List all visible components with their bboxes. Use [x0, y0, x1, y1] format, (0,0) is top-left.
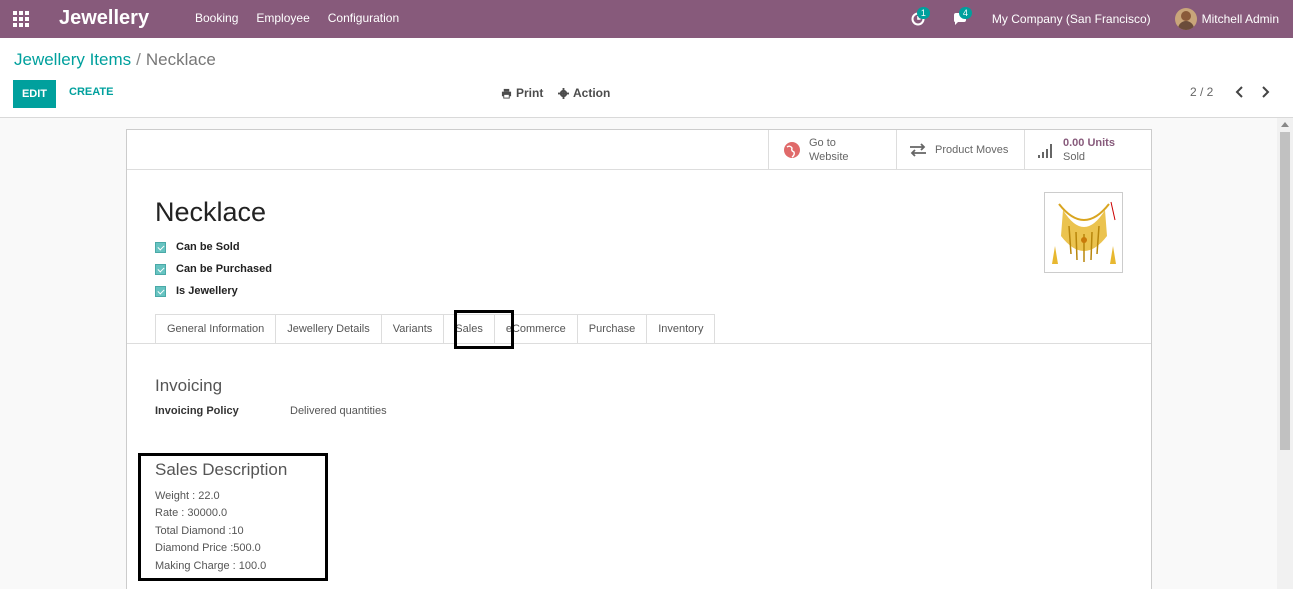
- notebook-tabs: General Information Jewellery Details Va…: [155, 314, 716, 344]
- stat-button-box: Go to Website Product Moves 0.00 Units S…: [127, 130, 1151, 170]
- product-name: Necklace: [155, 197, 267, 227]
- messages-button[interactable]: 4: [950, 7, 972, 29]
- website-line1: Go to: [809, 136, 836, 149]
- units-sold-label: Sold: [1063, 150, 1086, 163]
- action-dropdown[interactable]: Action: [558, 86, 610, 100]
- tab-general-information[interactable]: General Information: [155, 314, 276, 344]
- pager-value[interactable]: 2 / 2: [1190, 85, 1213, 99]
- action-label: Action: [573, 86, 611, 100]
- units-sold-button[interactable]: 0.00 Units Sold: [1024, 130, 1151, 169]
- breadcrumb-separator: /: [136, 50, 141, 69]
- top-navbar: Jewellery Booking Employee Configuration…: [0, 0, 1293, 38]
- sales-description-highlight-box: [138, 453, 328, 581]
- breadcrumb-current: Necklace: [145, 50, 216, 69]
- scroll-up-arrow-icon[interactable]: [1281, 122, 1289, 127]
- apps-menu-icon[interactable]: [13, 11, 31, 27]
- product-image[interactable]: [1044, 192, 1123, 273]
- tabs-divider: [127, 343, 1151, 344]
- print-label: Print: [516, 86, 544, 100]
- can-be-purchased-row: Can be Purchased: [155, 263, 272, 275]
- can-be-purchased-checkbox[interactable]: [155, 263, 166, 275]
- activity-button[interactable]: 1: [908, 7, 930, 29]
- invoicing-title: Invoicing: [155, 376, 223, 395]
- chevron-left-icon[interactable]: [1233, 85, 1247, 99]
- print-dropdown[interactable]: Print: [501, 86, 543, 100]
- product-moves-label: Product Moves: [935, 143, 1009, 156]
- signal-bars-icon: [1038, 143, 1052, 158]
- product-moves-button[interactable]: Product Moves: [896, 130, 1024, 169]
- breadcrumb: Jewellery Items / Necklace: [14, 50, 216, 70]
- website-line2: Website: [809, 150, 849, 163]
- tab-inventory[interactable]: Inventory: [646, 314, 716, 344]
- invoicing-policy-value[interactable]: Delivered quantities: [290, 405, 387, 417]
- can-be-purchased-label: Can be Purchased: [176, 263, 272, 275]
- tab-sales[interactable]: Sales: [443, 314, 494, 344]
- gear-icon: [558, 87, 569, 99]
- messages-badge: 4: [958, 7, 972, 19]
- main-menu: Booking Employee Configuration: [195, 11, 417, 25]
- can-be-sold-row: Can be Sold: [155, 241, 240, 253]
- menu-item-booking[interactable]: Booking: [195, 11, 238, 25]
- chevron-right-icon[interactable]: [1258, 85, 1272, 99]
- invoicing-policy-label: Invoicing Policy: [155, 405, 239, 417]
- systray: 1 4 My Company (San Francisco) Mitchell …: [908, 0, 1293, 38]
- edit-button[interactable]: EDIT: [13, 80, 56, 108]
- menu-item-configuration[interactable]: Configuration: [328, 11, 399, 25]
- menu-item-employee[interactable]: Employee: [256, 11, 309, 25]
- control-panel: Jewellery Items / Necklace EDIT CREATE Pri…: [0, 38, 1293, 118]
- can-be-sold-checkbox[interactable]: [155, 241, 166, 253]
- is-jewellery-checkbox[interactable]: [155, 285, 166, 297]
- user-menu[interactable]: Mitchell Admin: [1202, 12, 1279, 26]
- tab-jewellery-details[interactable]: Jewellery Details: [275, 314, 381, 344]
- necklace-image: [1051, 201, 1116, 264]
- create-button[interactable]: CREATE: [69, 86, 113, 98]
- print-icon: [501, 88, 512, 99]
- activity-badge: 1: [916, 7, 930, 19]
- company-switcher[interactable]: My Company (San Francisco): [992, 12, 1151, 26]
- exchange-icon: [910, 142, 926, 157]
- tab-purchase[interactable]: Purchase: [576, 314, 647, 344]
- globe-icon: [784, 141, 800, 158]
- app-title[interactable]: Jewellery: [59, 7, 149, 30]
- vertical-scrollbar[interactable]: [1277, 118, 1293, 589]
- is-jewellery-row: Is Jewellery: [155, 285, 238, 297]
- tab-ecommerce[interactable]: eCommerce: [493, 314, 577, 344]
- user-avatar[interactable]: [1174, 8, 1197, 30]
- units-sold-value: 0.00 Units: [1063, 136, 1115, 149]
- go-to-website-button[interactable]: Go to Website: [768, 130, 896, 169]
- can-be-sold-label: Can be Sold: [176, 241, 240, 253]
- tab-variants[interactable]: Variants: [380, 314, 444, 344]
- scrollbar-thumb[interactable]: [1280, 132, 1290, 450]
- is-jewellery-label: Is Jewellery: [176, 285, 238, 297]
- breadcrumb-parent[interactable]: Jewellery Items: [14, 50, 131, 69]
